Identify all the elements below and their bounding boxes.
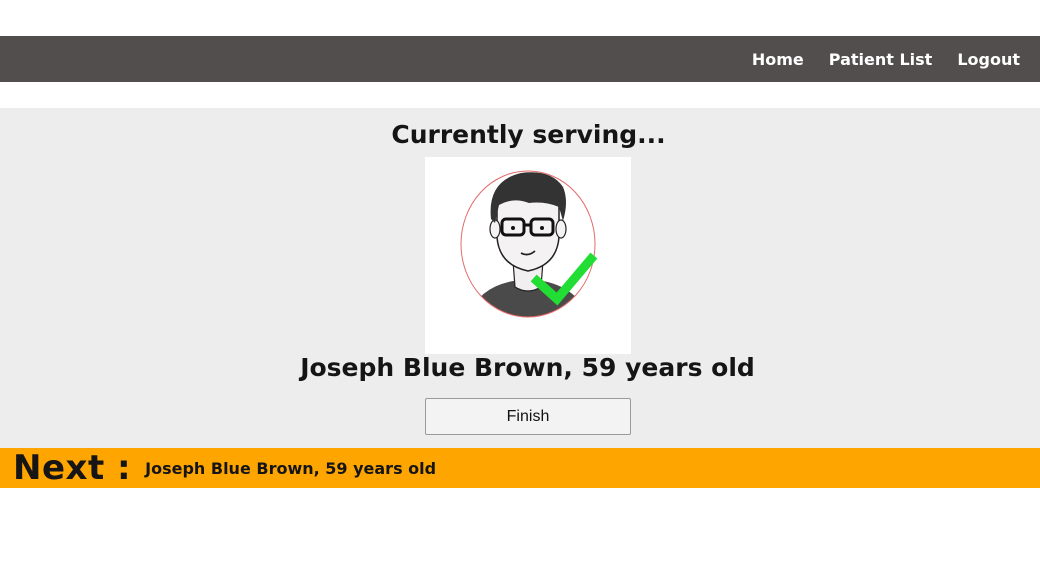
patient-avatar bbox=[425, 157, 631, 354]
checkmark-icon bbox=[530, 252, 598, 306]
serving-heading: Currently serving... bbox=[391, 120, 666, 149]
nav-patient-list-link[interactable]: Patient List bbox=[829, 50, 933, 69]
next-patient-name: Joseph Blue Brown, 59 years old bbox=[145, 458, 437, 478]
top-navbar: Home Patient List Logout bbox=[0, 36, 1040, 82]
next-label: Next : bbox=[13, 448, 132, 488]
next-patient-bar: Next : Joseph Blue Brown, 59 years old bbox=[0, 448, 1040, 488]
nav-logout-link[interactable]: Logout bbox=[957, 50, 1020, 69]
finish-button[interactable]: Finish bbox=[425, 398, 631, 435]
current-patient-name: Joseph Blue Brown, 59 years old bbox=[300, 353, 755, 382]
nav-home-link[interactable]: Home bbox=[752, 50, 804, 69]
